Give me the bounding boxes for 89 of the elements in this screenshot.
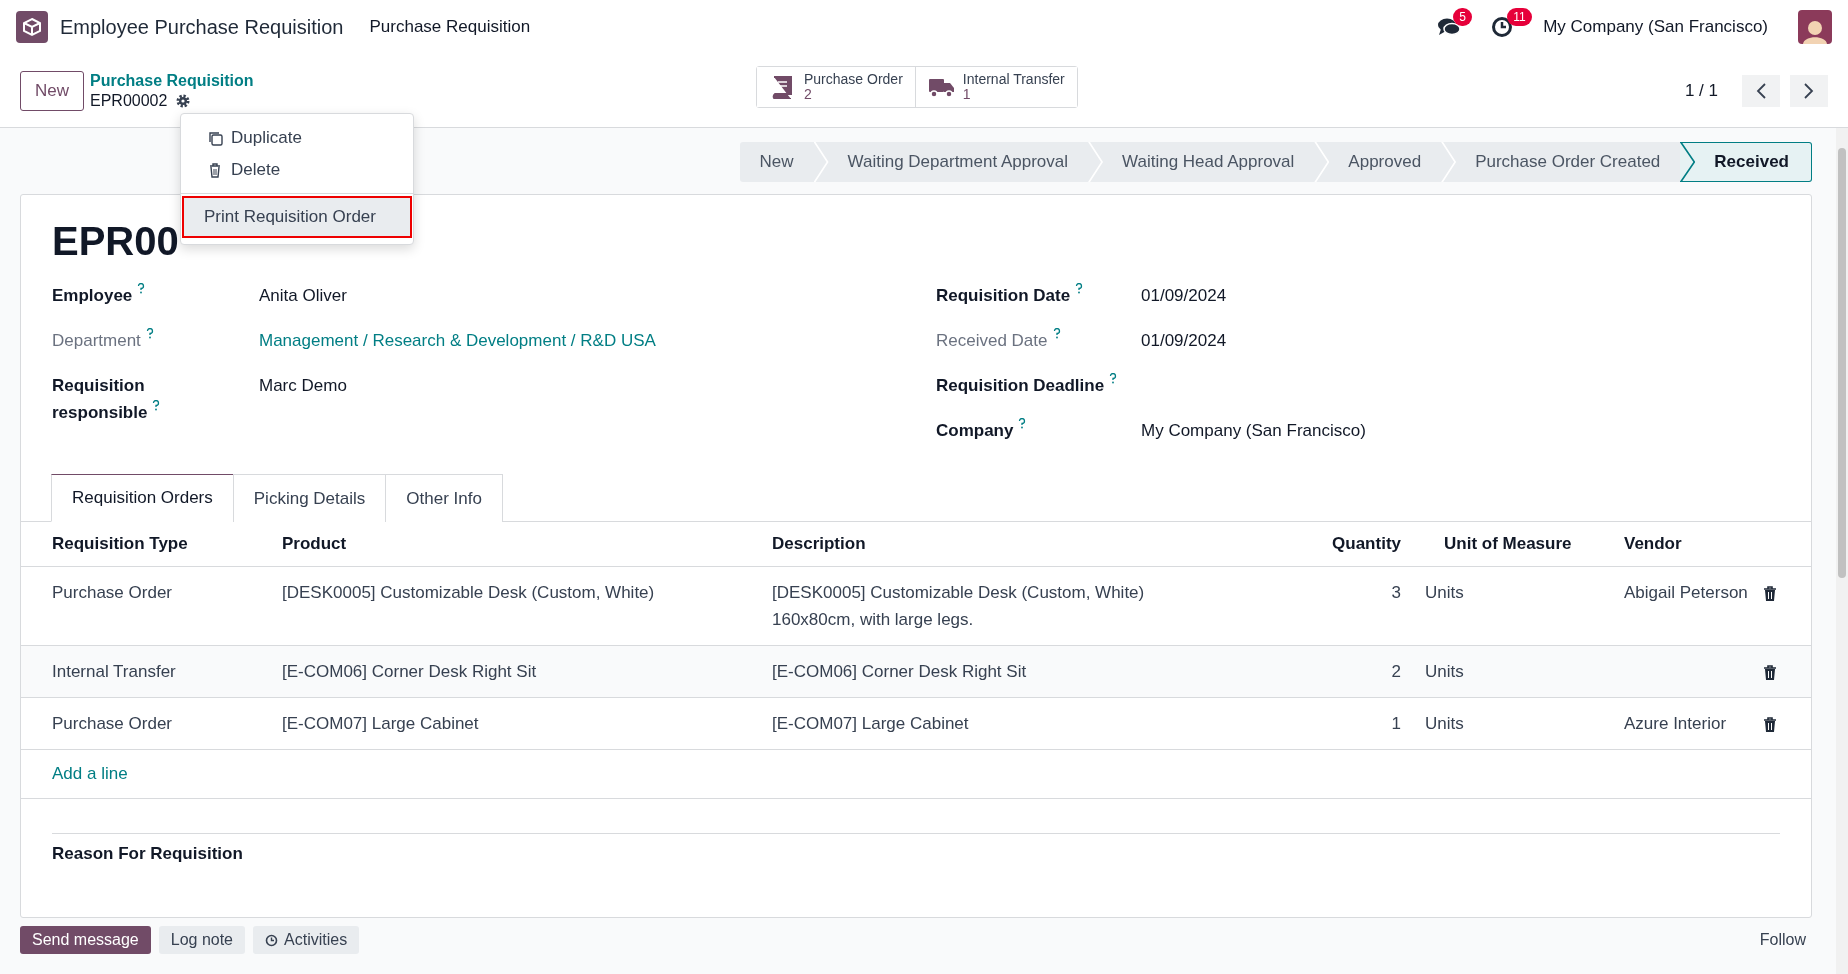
help-icon	[137, 283, 146, 295]
column-header[interactable]: Unit of Measure	[1413, 522, 1593, 567]
table-cell: Units	[1425, 662, 1464, 681]
app-name: Employee Purchase Requisition	[60, 15, 344, 39]
table-cell: 1	[1391, 714, 1401, 733]
status-step[interactable]: Waiting Department Approval	[813, 142, 1089, 182]
user-avatar[interactable]	[1798, 10, 1832, 44]
tab[interactable]: Other Info	[385, 474, 503, 522]
record-name: EPR00002	[90, 91, 168, 110]
field-value: Marc Demo	[259, 375, 348, 397]
table-cell: [E-COM06] Corner Desk Right Sit	[772, 662, 1027, 681]
menu-item[interactable]: Duplicate	[181, 122, 413, 154]
field-label: Requisition responsible	[52, 372, 212, 426]
table-cell: Purchase Order	[52, 714, 172, 733]
status-step[interactable]: Approved	[1314, 142, 1442, 182]
app-logo-icon[interactable]	[16, 11, 48, 43]
next-button[interactable]	[1790, 74, 1828, 107]
column-header[interactable]: Product	[251, 522, 741, 567]
add-line-link[interactable]: Add a line	[52, 764, 128, 783]
table-cell: 3	[1391, 583, 1401, 602]
field-label: Department	[52, 327, 212, 354]
chatter-button[interactable]: Activities	[253, 926, 360, 954]
table-cell: [DESK0005] Customizable Desk (Custom, White) 160x80cm, with large legs.	[772, 583, 1145, 629]
chevron-left-icon	[1755, 81, 1767, 100]
status-step[interactable]: Purchase Order Created	[1441, 142, 1681, 182]
trash-icon	[207, 161, 223, 179]
help-icon	[1018, 418, 1027, 430]
record-title: EPR00	[52, 219, 179, 264]
previous-button[interactable]	[1742, 74, 1780, 107]
column-header[interactable]: Quantity	[1332, 522, 1413, 567]
field-label: Company	[936, 417, 1141, 444]
help-icon	[1052, 328, 1061, 340]
status-step[interactable]: New	[739, 142, 814, 182]
field-link[interactable]: Management / Research & Development / R&D USA	[259, 327, 896, 354]
trash-icon[interactable]	[1763, 665, 1777, 681]
person-silhouette-icon	[1802, 18, 1828, 44]
menu-item[interactable]: Print Requisition Order	[184, 198, 410, 236]
table-cell: [E-COM06] Corner Desk Right Sit	[282, 662, 537, 681]
chatter-button[interactable]: Log note	[158, 926, 245, 954]
copy-icon	[207, 129, 223, 147]
table-cell: Purchase Order	[52, 583, 172, 602]
help-icon	[1109, 373, 1118, 385]
table-cell: 2	[1391, 662, 1401, 681]
chatter-button[interactable]: Send message	[20, 926, 151, 954]
menu-item[interactable]: Delete	[181, 154, 413, 186]
field-label: Employee	[52, 282, 212, 309]
status-step[interactable]: Waiting Head Approval	[1088, 142, 1315, 182]
company-switcher[interactable]: My Company (San Francisco)	[1543, 17, 1768, 37]
scrollbar[interactable]	[1836, 128, 1848, 974]
clock-icon[interactable]	[1491, 16, 1514, 38]
table-cell: Azure Interior	[1624, 714, 1727, 733]
cube-icon	[22, 17, 42, 37]
table-cell: [E-COM07] Large Cabinet	[772, 714, 969, 733]
help-icon	[152, 400, 161, 412]
chevron-right-icon	[1803, 81, 1815, 100]
field-label: Requisition Deadline	[936, 372, 1141, 399]
breadcrumb-link[interactable]: Purchase Requisition	[90, 71, 254, 90]
trash-icon[interactable]	[1763, 717, 1777, 733]
activity-count-badge: 11	[1507, 8, 1532, 26]
pager-value: 1 / 1	[1684, 80, 1718, 101]
field-label: Received Date	[936, 327, 1141, 354]
message-count-badge: 5	[1453, 8, 1472, 26]
table-cell: Units	[1425, 583, 1464, 602]
clock-icon	[265, 933, 278, 947]
column-header[interactable]: Vendor	[1593, 522, 1763, 567]
column-header[interactable]: Requisition Type	[21, 522, 251, 567]
smart-button[interactable]: Internal Transfer 1	[914, 67, 1077, 107]
table-cell: Internal Transfer	[52, 662, 176, 681]
help-icon	[1075, 283, 1084, 295]
field-value: 01/09/2024	[1141, 330, 1228, 352]
trash-icon[interactable]	[1763, 586, 1777, 602]
help-icon	[145, 328, 154, 340]
field-value: Anita Oliver	[259, 285, 348, 307]
follow-button[interactable]: Follow	[1753, 930, 1812, 950]
tab[interactable]: Requisition Orders	[51, 474, 234, 522]
new-button[interactable]: New	[20, 70, 84, 111]
field-label: Requisition Date	[936, 282, 1141, 309]
field-value: My Company (San Francisco)	[1141, 420, 1367, 442]
table-cell: [E-COM07] Large Cabinet	[282, 714, 479, 733]
table-cell: Abigail Peterson	[1624, 583, 1748, 602]
field-value: 01/09/2024	[1141, 285, 1228, 307]
status-step[interactable]: Received	[1680, 142, 1812, 182]
table-cell: [DESK0005] Customizable Desk (Custom, White)	[282, 583, 655, 602]
gear-icon[interactable]	[175, 92, 192, 109]
menu-item[interactable]: Purchase Requisition	[369, 17, 531, 37]
table-cell: Units	[1425, 714, 1464, 733]
tab[interactable]: Picking Details	[232, 474, 387, 522]
column-header[interactable]: Description	[741, 522, 1333, 567]
section-title: Reason For Requisition	[52, 833, 1780, 864]
